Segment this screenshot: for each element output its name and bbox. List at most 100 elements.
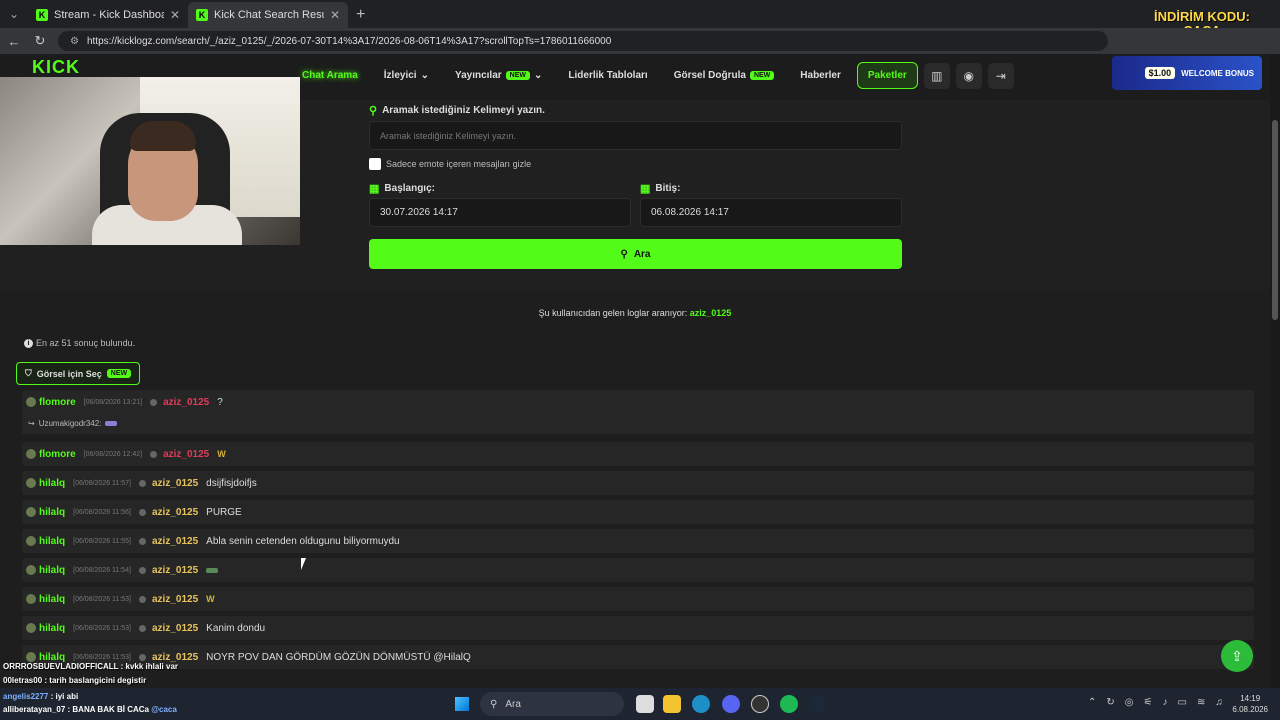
mouse-cursor-icon [301, 558, 306, 570]
keyword-input[interactable]: Aramak istediğiniz Kelimeyi yazın. [369, 121, 902, 150]
chat-message-row[interactable]: flomore [06/08/2026 12:42] aziz_0125 W [22, 442, 1254, 466]
spotify-icon[interactable] [780, 695, 798, 713]
emote-filter-label: Sadece emote içeren mesajları gizle [386, 159, 532, 169]
promo-ad-banner[interactable]: $1.00 WELCOME BONUS [1112, 56, 1262, 90]
channel-name[interactable]: hilalq [39, 536, 65, 547]
badge-icon [139, 595, 146, 603]
clock-time: 14:19 [1240, 694, 1261, 703]
channel-name[interactable]: hilalq [39, 565, 65, 576]
chat-message-row[interactable]: hilalq [06/08/2026 11:54] aziz_0125 [22, 558, 1254, 582]
message-user[interactable]: aziz_0125 [152, 594, 198, 605]
mic-icon[interactable]: ♪ [1162, 697, 1167, 708]
chat-message-row[interactable]: hilalq [06/08/2026 11:57] aziz_0125 dsij… [22, 471, 1254, 495]
browser-tab-strip: ⌄ K Stream - Kick Dashboard ✕ K Kick Cha… [0, 0, 1280, 28]
promo-line-1: İNDİRİM KODU: [1153, 9, 1250, 24]
start-date-input[interactable]: 30.07.2026 14:17 [369, 198, 631, 227]
channel-name[interactable]: hilalq [39, 594, 65, 605]
chat-text: : iyi abi [50, 692, 79, 701]
info-icon: i [24, 338, 33, 348]
stream-chat-line: ORRROSBUEVLADIOFFICALL : kvkk ihlali var [0, 660, 310, 674]
network-icon[interactable]: ⚟ [1144, 697, 1153, 708]
file-explorer-icon[interactable] [663, 695, 681, 713]
stats-icon[interactable]: ▥ [923, 62, 950, 89]
share-button[interactable]: ⇪ [1221, 640, 1253, 672]
message-user[interactable]: aziz_0125 [163, 449, 209, 460]
message-user[interactable]: aziz_0125 [152, 565, 198, 576]
scrollbar-thumb[interactable] [1272, 120, 1278, 320]
timestamp: [06/08/2026 11:56] [73, 508, 131, 516]
chat-message-row[interactable]: hilalq [06/08/2026 11:56] aziz_0125 PURG… [22, 500, 1254, 524]
address-bar: ← ↻ ⚙ https://kicklogz.com/search/_/aziz… [0, 28, 1280, 54]
site-logo[interactable]: KICK [32, 57, 80, 78]
nav-liderlik[interactable]: Liderlik Tabloları [558, 62, 657, 89]
search-button[interactable]: ⚲ Ara [369, 239, 902, 269]
windows-taskbar: angelis2277 : iyi abi alliberatayan_07 :… [0, 688, 1280, 720]
taskbar-search[interactable]: ⚲ Ara [480, 692, 624, 716]
nav-haberler[interactable]: Haberler [790, 62, 851, 89]
paketler-button[interactable]: Paketler [856, 62, 918, 89]
close-icon[interactable]: ✕ [330, 8, 340, 22]
timestamp: [06/08/2026 11:53] [73, 595, 131, 603]
result-count-text: En az 51 sonuç bulundu. [36, 338, 136, 348]
nav-izleyici[interactable]: İzleyici ⌄ [374, 62, 439, 89]
chat-message-row[interactable]: hilalq [06/08/2026 11:53] aziz_0125 Kani… [22, 616, 1254, 640]
nav-yayincilar[interactable]: Yayıncılar NEW ⌄ [445, 62, 552, 89]
channel-name[interactable]: flomore [39, 397, 76, 408]
chat-mention: @caca [151, 705, 177, 714]
steam-tray-icon[interactable]: ◎ [1125, 697, 1134, 708]
reload-icon[interactable]: ↻ [32, 33, 48, 49]
page-scrollbar[interactable] [1270, 54, 1280, 688]
channel-name[interactable]: flomore [39, 449, 76, 460]
steam-icon[interactable] [808, 695, 826, 713]
chat-message-row[interactable]: hilalq [06/08/2026 11:55] aziz_0125 Abla… [22, 529, 1254, 553]
channel-avatar [26, 507, 36, 517]
timestamp: [06/08/2026 11:57] [73, 479, 131, 487]
volume-icon[interactable]: ♫ [1215, 697, 1223, 708]
chat-user: 00letras00 [3, 676, 43, 685]
chat-message-row[interactable]: flomore [06/08/2026 13:21] aziz_0125 ? [22, 390, 1254, 414]
message-user[interactable]: aziz_0125 [152, 507, 198, 518]
search-icon: ⚲ [490, 698, 498, 710]
tab-stream-dashboard[interactable]: K Stream - Kick Dashboard ✕ [28, 2, 188, 28]
discord-icon[interactable] [722, 695, 740, 713]
sync-icon[interactable]: ↻ [1106, 697, 1114, 708]
edge-icon[interactable] [692, 695, 710, 713]
back-arrow-icon[interactable]: ← [6, 34, 22, 49]
app-icon[interactable] [751, 695, 769, 713]
end-date-input[interactable]: 06.08.2026 14:17 [640, 198, 902, 227]
url-field[interactable]: ⚙ https://kicklogz.com/search/_/aziz_012… [58, 31, 1108, 51]
display-icon[interactable]: ▭ [1177, 697, 1186, 708]
clock[interactable]: 14:19 6.08.2026 [1232, 693, 1268, 715]
close-icon[interactable]: ✕ [170, 8, 180, 22]
discord-icon[interactable]: ◉ [955, 62, 982, 89]
task-view-icon[interactable] [636, 695, 654, 713]
wifi-icon[interactable]: ≋ [1197, 697, 1205, 708]
site-info-icon[interactable]: ⚙ [70, 36, 79, 47]
emote-filter-checkbox[interactable] [369, 158, 381, 170]
message-user[interactable]: aziz_0125 [152, 623, 198, 634]
channel-avatar [26, 397, 36, 407]
keyword-label-text: Aramak istediğiniz Kelimeyi yazın. [382, 105, 545, 116]
tab-title: Kick Chat Search Results [214, 9, 324, 21]
tab-chat-search[interactable]: K Kick Chat Search Results ✕ [188, 2, 348, 28]
message-user[interactable]: aziz_0125 [163, 397, 209, 408]
query-user[interactable]: aziz_0125 [690, 308, 732, 318]
login-icon[interactable]: ⇥ [987, 62, 1014, 89]
nav-gorsel-dogrula[interactable]: Görsel Doğrula NEW [664, 62, 785, 89]
reply-icon: ↪ [28, 418, 35, 428]
chat-message-row[interactable]: hilalq [06/08/2026 11:53] aziz_0125 W [22, 587, 1254, 611]
channel-name[interactable]: hilalq [39, 478, 65, 489]
new-tab-plus-icon[interactable]: + [348, 6, 373, 28]
message-user[interactable]: aziz_0125 [152, 536, 198, 547]
channel-name[interactable]: hilalq [39, 623, 65, 634]
windows-start-icon[interactable] [455, 697, 469, 711]
tab-search-icon[interactable]: ⌄ [0, 0, 28, 28]
message-user[interactable]: aziz_0125 [152, 478, 198, 489]
badge-icon [150, 398, 158, 406]
chevron-up-icon[interactable]: ⌃ [1088, 697, 1096, 708]
channel-name[interactable]: hilalq [39, 507, 65, 518]
message-text: dsijfisjdoifjs [206, 477, 257, 489]
nav-chat-arama[interactable]: Chat Arama [292, 62, 368, 89]
channel-avatar [26, 449, 36, 459]
select-for-visual-button[interactable]: ⛉ Görsel için Seç NEW [16, 362, 141, 385]
